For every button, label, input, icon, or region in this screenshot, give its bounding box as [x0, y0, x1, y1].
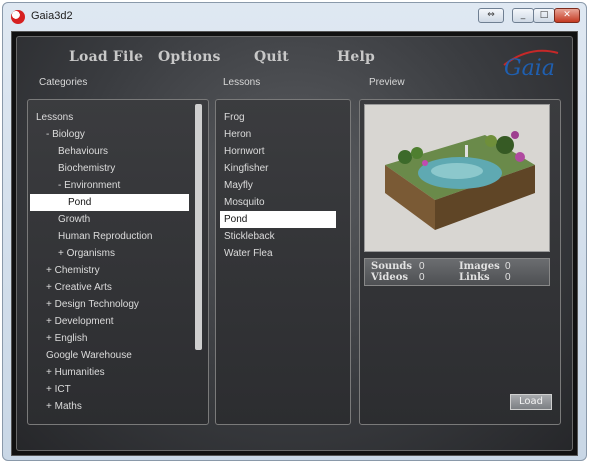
images-count: 0: [505, 261, 511, 272]
preview-image: [364, 104, 550, 252]
lessons-heading: Lessons: [223, 77, 261, 88]
preview-heading: Preview: [369, 77, 405, 88]
images-label: Images: [459, 261, 500, 272]
categories-scrollbar[interactable]: [195, 104, 202, 350]
pond-model-image: [385, 131, 535, 230]
category-item[interactable]: + Design Technology: [46, 296, 139, 313]
category-item[interactable]: + Organisms: [58, 245, 115, 262]
links-label: Links: [459, 272, 490, 283]
gaia-logo: Gaia: [503, 49, 559, 81]
sounds-count: 0: [419, 261, 425, 272]
load-button[interactable]: Load: [510, 394, 552, 410]
category-item[interactable]: + ICT: [46, 381, 71, 398]
media-stats: Sounds 0 Images 0 Videos 0 Links 0: [364, 258, 550, 286]
app-window: Gaia3d2 ⇔ _ □ ✕ Load File Options Quit H…: [2, 2, 587, 461]
title-bar[interactable]: Gaia3d2 ⇔ _ □ ✕: [3, 3, 586, 31]
categories-heading: Categories: [39, 77, 88, 88]
videos-label: Videos: [371, 272, 409, 283]
lesson-item[interactable]: Kingfisher: [224, 160, 268, 177]
lessons-panel[interactable]: Frog Heron Hornwort Kingfisher Mayfly Mosquit…: [215, 99, 351, 425]
sounds-label: Sounds: [371, 261, 413, 272]
category-item[interactable]: Lessons: [36, 109, 73, 126]
menu-quit[interactable]: Quit: [254, 49, 289, 65]
minimize-button[interactable]: _: [512, 8, 534, 23]
close-button[interactable]: ✕: [554, 8, 580, 23]
app-logo-icon: [11, 10, 25, 24]
videos-count: 0: [419, 272, 425, 283]
preview-panel: Sounds 0 Images 0 Videos 0 Links 0 Load: [359, 99, 561, 425]
lesson-item[interactable]: Mayfly: [224, 177, 253, 194]
links-count: 0: [505, 272, 511, 283]
window-special-button[interactable]: ⇔: [478, 8, 504, 23]
window-title: Gaia3d2: [31, 10, 73, 22]
category-item[interactable]: + Chemistry: [46, 262, 100, 279]
category-item[interactable]: Biochemistry: [58, 160, 115, 177]
lesson-item[interactable]: Water Flea: [224, 245, 273, 262]
category-item[interactable]: - Biology: [46, 126, 85, 143]
categories-panel[interactable]: Lessons - Biology Behaviours Biochemistry - …: [27, 99, 209, 425]
category-item[interactable]: Google Warehouse: [46, 347, 132, 364]
category-item[interactable]: + Development: [46, 313, 114, 330]
lesson-item[interactable]: Hornwort: [224, 143, 265, 160]
menu-options[interactable]: Options: [158, 49, 221, 65]
category-item[interactable]: Behaviours: [58, 143, 108, 160]
category-item[interactable]: Pond: [30, 194, 189, 211]
category-item[interactable]: + Humanities: [46, 364, 105, 381]
lesson-item[interactable]: Mosquito: [224, 194, 265, 211]
maximize-button[interactable]: □: [533, 8, 555, 23]
lesson-item[interactable]: Pond: [220, 211, 336, 228]
app-panel: Load File Options Quit Help Gaia Categor…: [16, 36, 573, 451]
lesson-item[interactable]: Stickleback: [224, 228, 275, 245]
category-item[interactable]: Growth: [58, 211, 90, 228]
logo-text: Gaia: [504, 56, 555, 81]
category-item[interactable]: Human Reproduction: [58, 228, 153, 245]
category-item[interactable]: + Maths: [46, 398, 82, 415]
menu-help[interactable]: Help: [337, 49, 375, 65]
category-item[interactable]: - Environment: [58, 177, 120, 194]
menu-load-file[interactable]: Load File: [69, 49, 143, 65]
category-item[interactable]: + English: [46, 330, 87, 347]
lesson-item[interactable]: Frog: [224, 109, 245, 126]
client-area: Load File Options Quit Help Gaia Categor…: [11, 31, 578, 456]
category-item[interactable]: + Creative Arts: [46, 279, 112, 296]
lesson-item[interactable]: Heron: [224, 126, 251, 143]
